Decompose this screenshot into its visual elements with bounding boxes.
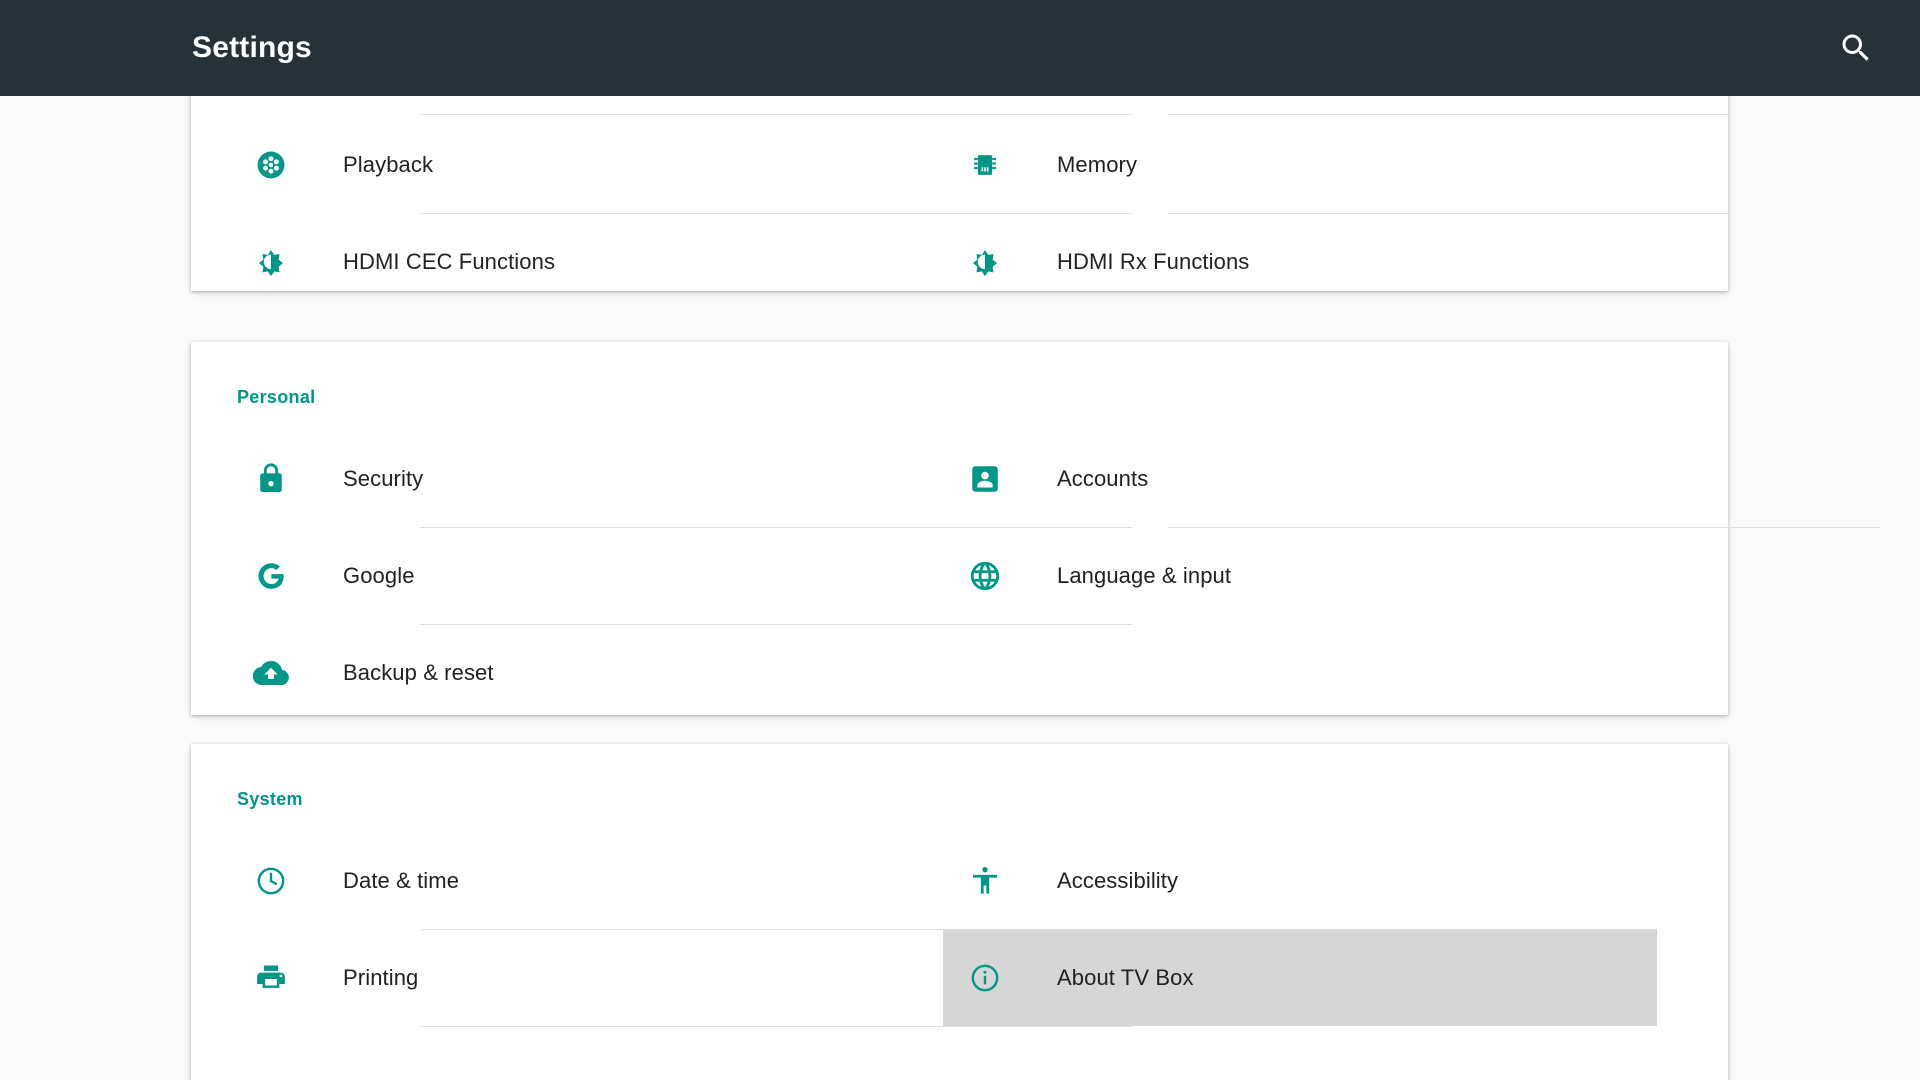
cloud-upload-icon [247, 649, 295, 697]
list-item-label: Accessibility [1057, 867, 1179, 893]
divider [420, 1026, 1132, 1027]
accessibility-icon [961, 857, 1009, 905]
account-box-icon [961, 455, 1009, 503]
page-title: Settings [192, 31, 312, 64]
list-item[interactable] [229, 96, 943, 107]
list-item-hdmi-rx-functions[interactable]: HDMI Rx Functions [943, 213, 1657, 291]
settings-card-personal: Personal Security Accounts Google Langua… [191, 342, 1880, 715]
brightness-icon [247, 238, 295, 286]
list-item-language-and-input[interactable]: Language & input [943, 527, 1657, 624]
settings-screen: Settings Playback Memory HDMI CEC Functi… [0, 0, 1920, 1080]
list-item-hdmi-cec-functions[interactable]: HDMI CEC Functions [229, 213, 943, 291]
list-item-date-and-time[interactable]: Date & time [229, 832, 943, 929]
printer-icon [247, 954, 295, 1002]
list-item[interactable] [943, 96, 1657, 107]
list-item-label: Printing [343, 964, 419, 990]
google-g-icon [247, 552, 295, 600]
list-item-security[interactable]: Security [229, 430, 943, 527]
list-item-label: Accounts [1057, 465, 1149, 491]
brightness-icon [961, 238, 1009, 286]
info-icon [961, 954, 1009, 1002]
list-item-label: HDMI CEC Functions [343, 248, 556, 274]
list-item-google[interactable]: Google [229, 527, 943, 624]
settings-card-system: System Date & time Accessibility Printin… [191, 744, 1728, 1080]
app-header: Settings [0, 0, 1920, 96]
settings-list-scroll[interactable]: Playback Memory HDMI CEC Functions HDMI … [0, 96, 1920, 1080]
globe-icon [961, 552, 1009, 600]
divider [1168, 114, 1728, 115]
list-item-label: Language & input [1057, 562, 1232, 588]
list-item-backup-and-reset[interactable]: Backup & reset [229, 624, 943, 721]
list-item-label: About TV Box [1057, 964, 1194, 990]
list-item-label: Date & time [343, 867, 460, 893]
list-item-label: Security [343, 465, 424, 491]
list-item-label: Playback [343, 151, 434, 177]
list-item-label: HDMI Rx Functions [1057, 248, 1250, 274]
list-item-label: Google [343, 562, 415, 588]
list-item-label: Memory [1057, 151, 1138, 177]
list-item-accounts[interactable]: Accounts [943, 430, 1657, 527]
clock-icon [247, 857, 295, 905]
divider [420, 114, 1132, 115]
lock-icon [247, 455, 295, 503]
list-item-playback[interactable]: Playback [229, 116, 943, 213]
section-title-personal: Personal [237, 387, 316, 407]
list-item-label: Backup & reset [343, 659, 494, 685]
search-icon [1838, 30, 1874, 66]
list-item-memory[interactable]: Memory [943, 116, 1657, 213]
memory-chip-icon [961, 141, 1009, 189]
film-reel-icon [247, 141, 295, 189]
settings-card-device: Playback Memory HDMI CEC Functions HDMI … [191, 96, 1728, 291]
search-button[interactable] [1820, 12, 1892, 84]
section-title-system: System [237, 789, 303, 809]
list-item-about-tv-box[interactable]: About TV Box [943, 929, 1657, 1026]
list-item-accessibility[interactable]: Accessibility [943, 832, 1657, 929]
list-item-printing[interactable]: Printing [229, 929, 943, 1026]
